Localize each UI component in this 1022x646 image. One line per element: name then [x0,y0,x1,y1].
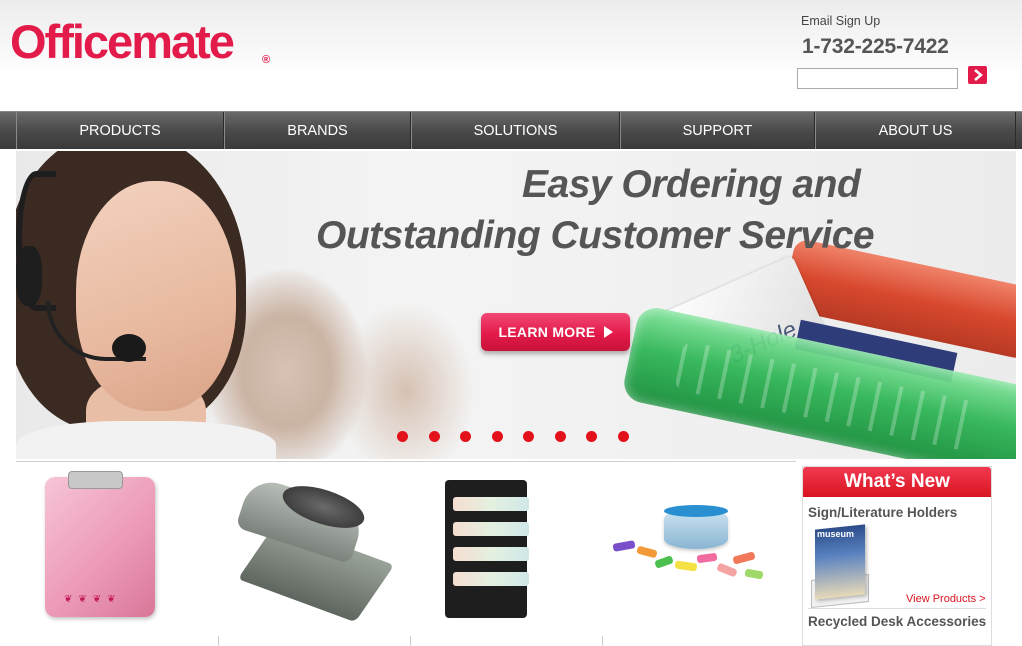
nav-item-solutions[interactable]: SOLUTIONS [411,112,620,149]
nav-item-about-us[interactable]: ABOUT US [815,112,1016,149]
phone-number: 1-732-225-7422 [802,35,949,58]
hero-headline-line2: Outstanding Customer Service [316,214,875,257]
eraser-piece [732,551,756,565]
slide-dot[interactable] [617,431,629,442]
hero-banner[interactable]: 3-Hole Easy Ordering and Outstanding Cus… [16,151,1016,459]
page: Officemate ® Email Sign Up 1-732-225-742… [0,0,1022,646]
learn-more-button[interactable]: LEARN MORE [481,313,630,351]
learn-more-label: LEARN MORE [498,324,596,340]
registered-mark: ® [262,54,271,66]
nav-item-brands[interactable]: BRANDS [224,112,411,149]
product-wall-file[interactable] [413,462,603,646]
eraser-tub-lid [664,505,728,517]
eraser-piece [612,540,636,552]
slide-pagination [397,431,629,443]
slide-dot[interactable] [491,431,503,442]
slide-dot[interactable] [586,431,597,442]
eraser-piece [696,552,718,564]
officemate-logo[interactable]: Officemate [10,18,235,65]
play-arrow-icon [603,326,613,338]
chevron-right-icon [973,69,983,81]
product-divider [410,636,411,646]
eraser-piece [674,560,698,572]
eraser-piece [636,545,658,559]
divider [808,608,986,609]
clipboard-clip [68,471,123,489]
eraser-piece [716,562,738,578]
wall-file-pocket [453,547,529,561]
featured-products: ❦❦❦❦ [16,461,796,646]
agent-shirt [16,421,276,459]
wall-file-pocket [453,522,529,536]
microphone-icon [112,334,146,362]
email-submit-button[interactable] [968,66,987,84]
wall-file-pocket [453,572,529,586]
whats-new-panel: What’s New Sign/Literature Holders museu… [802,466,992,646]
slide-dot[interactable] [460,431,471,442]
email-signup-input[interactable] [797,68,958,89]
product-erasers[interactable] [605,462,795,646]
header: Officemate ® Email Sign Up 1-732-225-742… [0,0,1022,111]
slide-dot[interactable] [523,431,534,442]
nav-item-support[interactable]: SUPPORT [620,112,815,149]
slide-dot[interactable] [428,431,440,442]
eraser-piece [744,568,764,580]
product-divider [602,636,603,646]
headset-earpiece [16,246,42,306]
ribbon-icon: ❦❦❦❦ [64,594,122,605]
product-divider [218,636,219,646]
agent-face [76,181,236,411]
brochure-label: museum [817,529,855,539]
nav-item-products[interactable]: PRODUCTS [16,112,224,149]
view-products-link[interactable]: View Products > [906,593,986,605]
whats-new-title: What’s New [803,467,991,497]
product-hole-punch[interactable] [221,462,411,646]
email-signup-label: Email Sign Up [801,14,881,28]
slide-dot[interactable] [554,431,566,442]
wall-file-pocket [453,497,529,511]
eraser-piece [654,555,674,569]
hero-headline-line1: Easy Ordering and [522,163,861,206]
slide-dot[interactable] [397,431,408,442]
whats-new-item-title[interactable]: Sign/Literature Holders [808,505,957,520]
product-clipboard[interactable]: ❦❦❦❦ [16,462,216,646]
whats-new-item-title[interactable]: Recycled Desk Accessories [808,614,986,629]
main-nav: PRODUCTS BRANDS SOLUTIONS SUPPORT ABOUT … [0,111,1022,149]
